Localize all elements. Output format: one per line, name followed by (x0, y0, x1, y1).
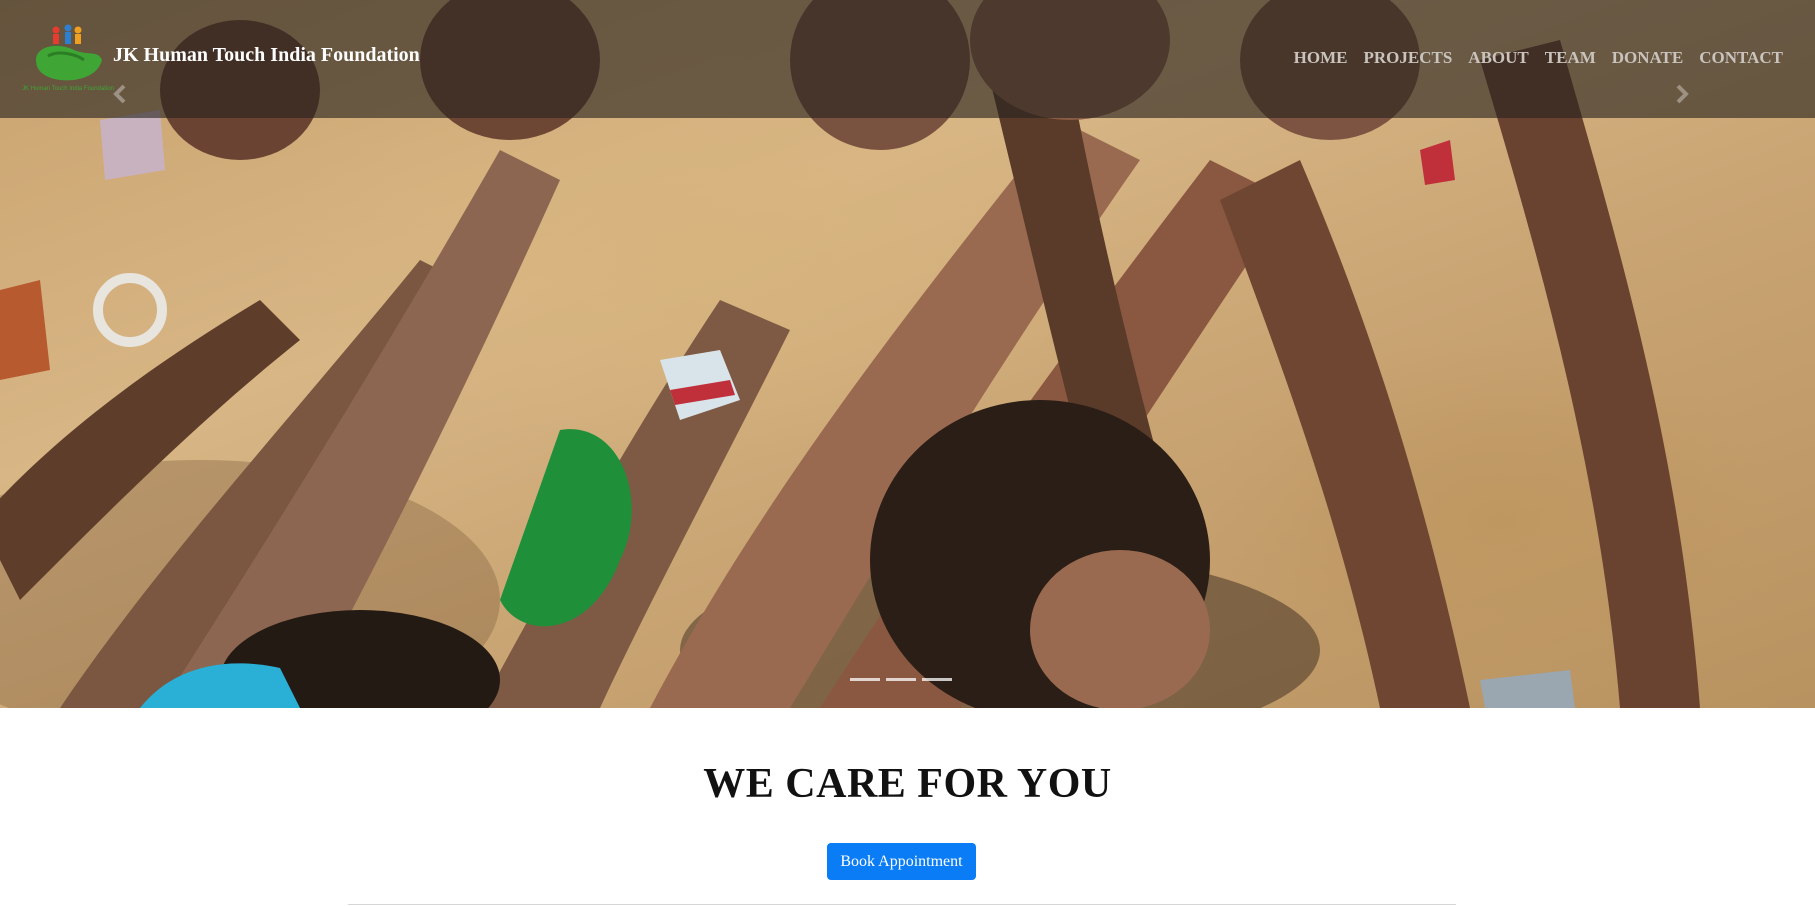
nav-item-donate[interactable]: DONATE (1604, 48, 1691, 68)
logo-caption: JK Human Touch India Foundation (22, 86, 114, 92)
book-appointment-button[interactable]: Book Appointment (827, 843, 976, 880)
hand-people-logo-icon: JK Human Touch India Foundation (22, 24, 114, 92)
nav-item-team[interactable]: TEAM (1537, 48, 1604, 68)
chevron-left-icon (113, 84, 126, 104)
carousel-indicator-2[interactable] (886, 678, 916, 681)
carousel-next-button[interactable] (1670, 78, 1694, 110)
brand-name[interactable]: JK Human Touch India Foundation (113, 44, 420, 67)
carousel-indicator-1[interactable] (850, 678, 880, 681)
nav-menu: HOME PROJECTS ABOUT TEAM DONATE CONTACT (1286, 48, 1783, 68)
navbar: JK Human Touch India Foundation JK Human… (0, 0, 1815, 118)
nav-item-projects[interactable]: PROJECTS (1356, 48, 1461, 68)
hero-carousel: JK Human Touch India Foundation JK Human… (0, 0, 1815, 708)
nav-item-home[interactable]: HOME (1286, 48, 1356, 68)
nav-item-contact[interactable]: CONTACT (1691, 48, 1783, 68)
brand-logo[interactable]: JK Human Touch India Foundation (18, 20, 114, 92)
carousel-indicator-3[interactable] (922, 678, 952, 681)
carousel-indicators (850, 678, 952, 681)
chevron-right-icon (1676, 84, 1689, 104)
carousel-prev-button[interactable] (108, 78, 132, 110)
nav-item-about[interactable]: ABOUT (1460, 48, 1536, 68)
section-divider (348, 904, 1456, 905)
main-heading: WE CARE FOR YOU (703, 761, 1112, 807)
